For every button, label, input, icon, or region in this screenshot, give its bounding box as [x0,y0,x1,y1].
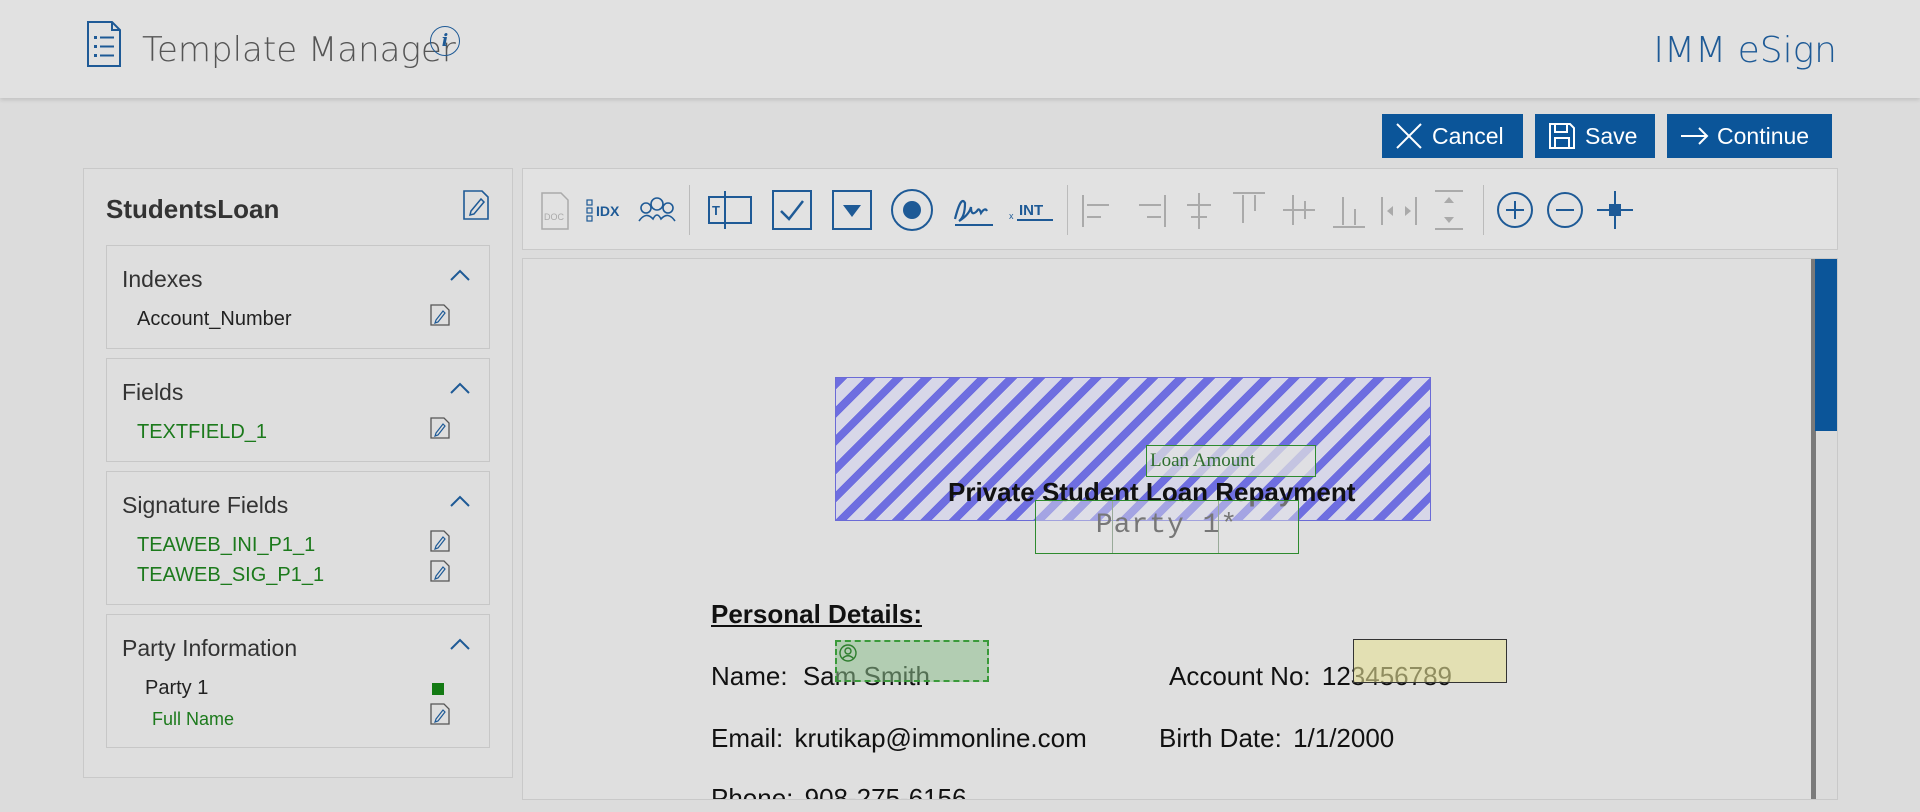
cancel-button[interactable]: Cancel [1382,114,1523,158]
edit-index-icon[interactable] [430,304,450,326]
collapse-chevron-icon[interactable] [449,494,471,508]
dropdown-icon[interactable] [831,187,873,233]
birth-date-value: 1/1/2000 [1293,723,1395,753]
email-value: krutikap@immonline.com [794,723,1087,753]
loan-amount-field[interactable]: Loan Amount [1146,445,1316,477]
signature-icon[interactable] [951,187,997,233]
collapse-chevron-icon[interactable] [449,268,471,282]
info-icon[interactable]: i [430,26,460,56]
edit-signature-field-icon[interactable] [430,560,450,582]
template-sidebar: StudentsLoan Indexes Account_Number Fiel… [83,168,513,778]
zoom-in-icon[interactable] [1495,187,1535,233]
distribute-horizontal-icon[interactable] [1379,187,1419,233]
signature-fields-section: Signature Fields TEAWEB_INI_P1_1 TEAWEB_… [106,471,490,605]
edit-party-field-icon[interactable] [430,703,450,725]
svg-text:IDX: IDX [596,203,620,219]
field-item[interactable]: TEXTFIELD_1 [137,421,267,444]
page-title: Template Manager [142,30,456,70]
toolbar-divider [1483,185,1484,235]
signature-field-item[interactable]: TEAWEB_INI_P1_1 [137,534,315,557]
brand-logo: IMM eSign [1653,30,1837,71]
party-field-label: Party 1* [1095,510,1239,541]
align-right-icon[interactable] [1129,187,1169,233]
user-icon [839,644,857,662]
phone-line: Phone: 908-275-6156 [711,783,967,800]
template-name: StudentsLoan [106,194,280,224]
party-color-swatch [432,683,444,695]
vertical-scrollbar[interactable] [1811,259,1837,799]
indexes-title: Indexes [122,266,203,292]
svg-text:DOC: DOC [544,212,565,222]
checkbox-icon[interactable] [771,187,813,233]
toolbar-divider [689,185,690,235]
phone-value: 908-275-6156 [804,783,967,800]
signature-field-item[interactable]: TEAWEB_SIG_P1_1 [137,564,324,587]
app-header: Template Manager i IMM eSign [0,0,1920,98]
field-divider [1218,501,1219,553]
edit-signature-field-icon[interactable] [430,530,450,552]
edit-field-icon[interactable] [430,417,450,439]
save-button[interactable]: Save [1535,114,1655,158]
svg-text:INT: INT [1019,202,1043,219]
fields-section: Fields TEXTFIELD_1 [106,358,490,462]
scrollbar-thumb[interactable] [1815,259,1837,431]
account-label: Account No: [1169,661,1311,691]
party-name[interactable]: Party 1 [145,677,208,700]
signature-fields-title: Signature Fields [122,492,289,518]
align-middle-icon[interactable] [1279,187,1319,233]
document-list-icon [86,20,122,68]
align-center-vertical-icon[interactable] [1179,187,1219,233]
align-bottom-icon[interactable] [1329,187,1369,233]
party-information-title: Party Information [122,635,298,661]
collapse-chevron-icon[interactable] [449,381,471,395]
textfield-1[interactable] [1353,639,1507,683]
continue-label: Continue [1717,122,1810,149]
full-name-field[interactable] [835,640,989,682]
birth-date-line: Birth Date: 1/1/2000 [1159,723,1394,754]
name-label: Name: [711,661,788,691]
party-field-item[interactable]: Full Name [152,709,234,730]
party-signature-field[interactable]: Party 1* [1035,500,1299,554]
index-icon[interactable]: IDX [585,187,627,233]
svg-text:x: x [1009,211,1014,221]
align-top-icon[interactable] [1229,187,1269,233]
align-left-icon[interactable] [1079,187,1119,233]
field-toolbar: DOC IDX T x INT [522,168,1838,250]
edit-template-icon[interactable] [462,189,490,221]
doc-icon[interactable]: DOC [539,187,571,233]
arrow-right-icon [1681,127,1709,145]
fields-title: Fields [122,379,184,405]
phone-label: Phone: [711,783,794,800]
email-line: Email: krutikap@immonline.com [711,723,1087,754]
close-icon [1396,123,1422,149]
save-icon [1549,123,1575,149]
move-icon[interactable] [1595,187,1635,233]
continue-button[interactable]: Continue [1667,114,1832,158]
personal-details-heading: Personal Details: [711,599,922,629]
distribute-vertical-icon[interactable] [1429,187,1469,233]
cancel-label: Cancel [1432,122,1504,149]
document-canvas[interactable]: Loan Amount Private Student Loan Repayme… [522,258,1838,800]
zoom-out-icon[interactable] [1545,187,1585,233]
toolbar-divider [1067,185,1068,235]
party-information-section: Party Information Party 1 Full Name [106,614,490,748]
textbox-icon[interactable]: T [707,187,753,233]
field-divider [1112,501,1113,553]
birth-date-label: Birth Date: [1159,723,1282,753]
email-label: Email: [711,723,784,753]
indexes-section: Indexes Account_Number [106,245,490,349]
index-item[interactable]: Account_Number [137,308,292,331]
svg-text:T: T [712,203,720,218]
save-label: Save [1585,122,1638,149]
radio-icon[interactable] [889,187,935,233]
initials-icon[interactable]: x INT [1007,187,1055,233]
parties-icon[interactable] [637,187,677,233]
collapse-chevron-icon[interactable] [449,637,471,651]
